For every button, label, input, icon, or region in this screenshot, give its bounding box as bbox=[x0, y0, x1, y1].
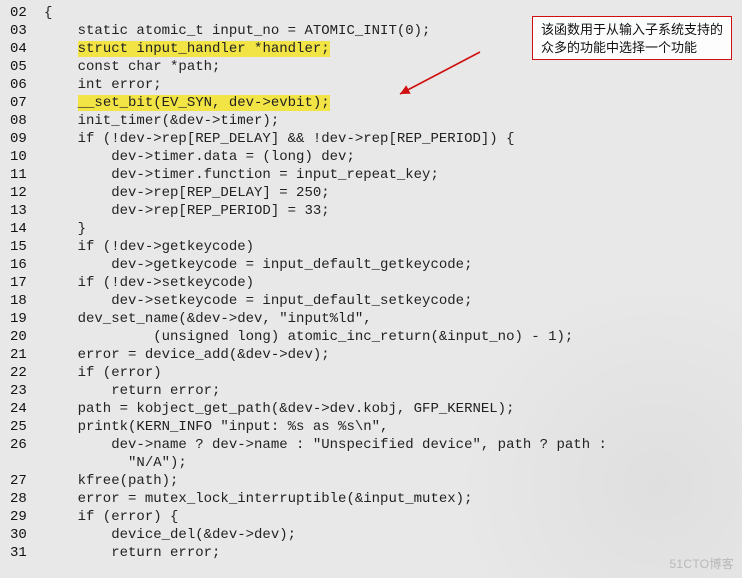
line-number: 27 bbox=[2, 472, 44, 490]
line-number: 22 bbox=[2, 364, 44, 382]
code-line: 28 error = mutex_lock_interruptible(&inp… bbox=[2, 490, 740, 508]
code-text: kfree(path); bbox=[44, 472, 740, 490]
code-text: return error; bbox=[44, 544, 740, 562]
code-line: 23 return error; bbox=[2, 382, 740, 400]
code-line: 06 int error; bbox=[2, 76, 740, 94]
code-text: dev->name ? dev->name : "Unspecified dev… bbox=[44, 436, 740, 454]
code-line: 26 dev->name ? dev->name : "Unspecified … bbox=[2, 436, 740, 454]
code-text: printk(KERN_INFO "input: %s as %s\n", bbox=[44, 418, 740, 436]
code-line: 18 dev->setkeycode = input_default_setke… bbox=[2, 292, 740, 310]
line-number: 17 bbox=[2, 274, 44, 292]
code-text: path = kobject_get_path(&dev->dev.kobj, … bbox=[44, 400, 740, 418]
code-line: 17 if (!dev->setkeycode) bbox=[2, 274, 740, 292]
code-line: 12 dev->rep[REP_DELAY] = 250; bbox=[2, 184, 740, 202]
code-line: 11 dev->timer.function = input_repeat_ke… bbox=[2, 166, 740, 184]
code-text: dev->rep[REP_PERIOD] = 33; bbox=[44, 202, 740, 220]
code-line: 13 dev->rep[REP_PERIOD] = 33; bbox=[2, 202, 740, 220]
code-line: 22 if (error) bbox=[2, 364, 740, 382]
highlight: __set_bit(EV_SYN, dev->evbit); bbox=[78, 95, 330, 111]
code-text: if (error) { bbox=[44, 508, 740, 526]
code-text: device_del(&dev->dev); bbox=[44, 526, 740, 544]
line-number: 21 bbox=[2, 346, 44, 364]
code-text: dev->timer.function = input_repeat_key; bbox=[44, 166, 740, 184]
code-text: dev->rep[REP_DELAY] = 250; bbox=[44, 184, 740, 202]
code-text: error = mutex_lock_interruptible(&input_… bbox=[44, 490, 740, 508]
code-text: if (!dev->setkeycode) bbox=[44, 274, 740, 292]
code-line: 10 dev->timer.data = (long) dev; bbox=[2, 148, 740, 166]
highlight: struct input_handler *handler; bbox=[78, 41, 330, 57]
code-text: if (!dev->rep[REP_DELAY] && !dev->rep[RE… bbox=[44, 130, 740, 148]
code-text: dev->getkeycode = input_default_getkeyco… bbox=[44, 256, 740, 274]
code-text: return error; bbox=[44, 382, 740, 400]
line-number: 25 bbox=[2, 418, 44, 436]
code-line: 16 dev->getkeycode = input_default_getke… bbox=[2, 256, 740, 274]
line-number: 14 bbox=[2, 220, 44, 238]
line-number: 19 bbox=[2, 310, 44, 328]
line-number: 09 bbox=[2, 130, 44, 148]
line-number: 15 bbox=[2, 238, 44, 256]
code-line: 30 device_del(&dev->dev); bbox=[2, 526, 740, 544]
line-number: 23 bbox=[2, 382, 44, 400]
callout-arrow bbox=[392, 48, 492, 104]
callout-box: 该函数用于从输入子系统支持的 众多的功能中选择一个功能 bbox=[532, 16, 732, 60]
code-line: 24 path = kobject_get_path(&dev->dev.kob… bbox=[2, 400, 740, 418]
line-number: 16 bbox=[2, 256, 44, 274]
code-text: dev_set_name(&dev->dev, "input%ld", bbox=[44, 310, 740, 328]
code-text: } bbox=[44, 220, 740, 238]
code-line: 19 dev_set_name(&dev->dev, "input%ld", bbox=[2, 310, 740, 328]
line-number: 06 bbox=[2, 76, 44, 94]
code-text: init_timer(&dev->timer); bbox=[44, 112, 740, 130]
callout-line2: 众多的功能中选择一个功能 bbox=[541, 39, 723, 57]
code-line: 09 if (!dev->rep[REP_DELAY] && !dev->rep… bbox=[2, 130, 740, 148]
code-line: 27 kfree(path); bbox=[2, 472, 740, 490]
line-number: 10 bbox=[2, 148, 44, 166]
code-line: 08 init_timer(&dev->timer); bbox=[2, 112, 740, 130]
code-text: dev->setkeycode = input_default_setkeyco… bbox=[44, 292, 740, 310]
line-number: 29 bbox=[2, 508, 44, 526]
line-number: 18 bbox=[2, 292, 44, 310]
line-number: 30 bbox=[2, 526, 44, 544]
code-text: "N/A"); bbox=[44, 454, 740, 472]
code-listing: 02{03 static atomic_t input_no = ATOMIC_… bbox=[0, 0, 742, 566]
watermark: 51CTO博客 bbox=[669, 555, 734, 572]
code-text: if (!dev->getkeycode) bbox=[44, 238, 740, 256]
code-line: 20 (unsigned long) atomic_inc_return(&in… bbox=[2, 328, 740, 346]
code-text: error = device_add(&dev->dev); bbox=[44, 346, 740, 364]
code-text: dev->timer.data = (long) dev; bbox=[44, 148, 740, 166]
line-number: 03 bbox=[2, 22, 44, 40]
code-line: 15 if (!dev->getkeycode) bbox=[2, 238, 740, 256]
code-line: 29 if (error) { bbox=[2, 508, 740, 526]
line-number: 12 bbox=[2, 184, 44, 202]
line-number: 28 bbox=[2, 490, 44, 508]
code-line: 05 const char *path; bbox=[2, 58, 740, 76]
line-number: 07 bbox=[2, 94, 44, 112]
callout-line1: 该函数用于从输入子系统支持的 bbox=[541, 21, 723, 39]
line-number: 05 bbox=[2, 58, 44, 76]
line-number: 24 bbox=[2, 400, 44, 418]
line-number: 13 bbox=[2, 202, 44, 220]
line-number: 26 bbox=[2, 436, 44, 454]
code-text: (unsigned long) atomic_inc_return(&input… bbox=[44, 328, 740, 346]
code-line: 07 __set_bit(EV_SYN, dev->evbit); bbox=[2, 94, 740, 112]
code-line: 21 error = device_add(&dev->dev); bbox=[2, 346, 740, 364]
line-number: 31 bbox=[2, 544, 44, 562]
line-number: 02 bbox=[2, 4, 44, 22]
code-text: if (error) bbox=[44, 364, 740, 382]
code-line: 31 return error; bbox=[2, 544, 740, 562]
line-number: 08 bbox=[2, 112, 44, 130]
code-line: "N/A"); bbox=[2, 454, 740, 472]
line-number: 04 bbox=[2, 40, 44, 58]
line-number: 20 bbox=[2, 328, 44, 346]
code-line: 25 printk(KERN_INFO "input: %s as %s\n", bbox=[2, 418, 740, 436]
line-number: 11 bbox=[2, 166, 44, 184]
code-line: 14 } bbox=[2, 220, 740, 238]
